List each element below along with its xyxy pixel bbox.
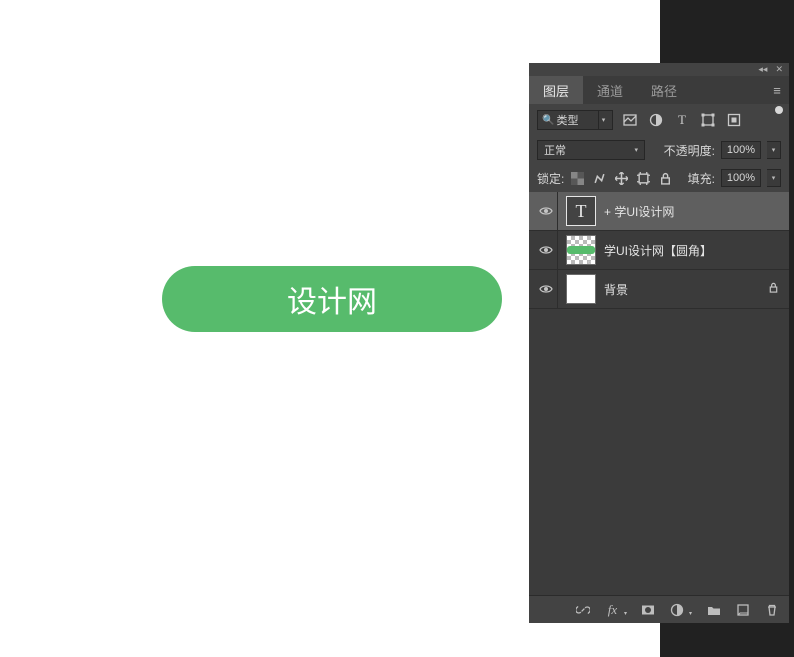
layer-row-text[interactable]: T + 学UI设计网	[529, 192, 789, 231]
blend-row: 正常 ▾ 不透明度: 100% ▾	[529, 136, 789, 164]
chevron-down-icon: ▾	[634, 146, 638, 154]
tab-layers-label: 图层	[543, 81, 569, 100]
opacity-caret[interactable]: ▾	[767, 141, 781, 159]
lock-artboard-icon[interactable]	[636, 171, 650, 185]
new-layer-icon[interactable]	[735, 602, 750, 617]
delete-layer-icon[interactable]	[764, 602, 779, 617]
filter-toggle-indicator[interactable]	[775, 106, 783, 114]
adjustment-layer-icon[interactable]	[670, 602, 685, 617]
lock-row: 锁定: 填充: 100% ▾	[529, 164, 789, 192]
panel-footer: fx ▾ ▾	[529, 595, 789, 623]
panel-tabbar: 图层 通道 路径 ≡	[529, 76, 789, 104]
layer-locked-icon	[768, 282, 779, 296]
layer-name[interactable]: + 学UI设计网	[604, 203, 789, 220]
filter-type-label: 类型	[556, 112, 578, 128]
new-group-icon[interactable]	[706, 602, 721, 617]
filter-row: 🔍 类型 ▾ T	[529, 104, 789, 136]
visibility-toggle-icon[interactable]	[535, 204, 557, 218]
filter-smartobject-icon[interactable]	[727, 113, 741, 127]
tab-layers[interactable]: 图层	[529, 76, 583, 104]
link-layers-icon[interactable]	[576, 602, 591, 617]
lock-label: 锁定:	[537, 170, 564, 187]
filter-adjustment-icon[interactable]	[649, 113, 663, 127]
blend-mode-value: 正常	[544, 142, 566, 158]
layer-thumbnail-text: T	[566, 196, 596, 226]
layer-row-background[interactable]: 背景	[529, 270, 789, 309]
panel-header-bar: ◂◂ ✕	[529, 63, 789, 76]
lock-pixels-icon[interactable]	[592, 171, 606, 185]
fill-value: 100%	[727, 172, 755, 184]
panel-menu-icon[interactable]: ≡	[765, 76, 789, 104]
opacity-label: 不透明度:	[664, 142, 715, 159]
tab-channels-label: 通道	[597, 81, 623, 100]
adjustment-caret-icon: ▾	[689, 610, 692, 617]
layers-list: T + 学UI设计网 ▫ 学UI设计网【圆角】 背景	[529, 192, 789, 595]
filter-text-icon[interactable]: T	[675, 113, 689, 127]
panel-close-icon[interactable]: ✕	[775, 64, 783, 75]
lock-icons-group	[570, 171, 672, 185]
shape-badge-icon: ▫	[588, 257, 598, 267]
layer-name[interactable]: 背景	[604, 281, 768, 298]
tab-paths-label: 路径	[651, 81, 677, 100]
chevron-down-icon: ▾	[598, 111, 608, 129]
fx-caret-icon: ▾	[624, 610, 627, 617]
fill-caret[interactable]: ▾	[767, 169, 781, 187]
fill-value-input[interactable]: 100%	[721, 169, 761, 187]
filter-icons-group: T	[623, 113, 741, 127]
layer-row-shape[interactable]: ▫ 学UI设计网【圆角】	[529, 231, 789, 270]
layer-name[interactable]: 学UI设计网【圆角】	[604, 242, 789, 259]
filter-shape-icon[interactable]	[701, 113, 715, 127]
visibility-toggle-icon[interactable]	[535, 282, 557, 296]
layers-panel: ◂◂ ✕ 图层 通道 路径 ≡ 🔍 类型 ▾ T	[529, 63, 789, 623]
lock-position-icon[interactable]	[614, 171, 628, 185]
visibility-toggle-icon[interactable]	[535, 243, 557, 257]
layer-mask-icon[interactable]	[641, 602, 656, 617]
canvas-button-text: 设计网	[287, 277, 377, 321]
opacity-value: 100%	[727, 144, 755, 156]
panel-collapse-icon[interactable]: ◂◂	[758, 64, 767, 75]
layer-type-filter[interactable]: 🔍 类型 ▾	[537, 110, 613, 130]
layer-thumbnail-bg	[566, 274, 596, 304]
lock-transparency-icon[interactable]	[570, 171, 584, 185]
fill-label: 填充:	[688, 170, 715, 187]
canvas-green-button: 设计网	[162, 266, 502, 332]
opacity-value-input[interactable]: 100%	[721, 141, 761, 159]
lock-all-icon[interactable]	[658, 171, 672, 185]
layer-effects-icon[interactable]: fx	[605, 602, 620, 617]
tab-channels[interactable]: 通道	[583, 76, 637, 104]
search-icon: 🔍	[542, 115, 554, 126]
filter-pixel-icon[interactable]	[623, 113, 637, 127]
blend-mode-select[interactable]: 正常 ▾	[537, 140, 645, 160]
layer-thumbnail-shape: ▫	[566, 235, 596, 265]
tab-paths[interactable]: 路径	[637, 76, 691, 104]
